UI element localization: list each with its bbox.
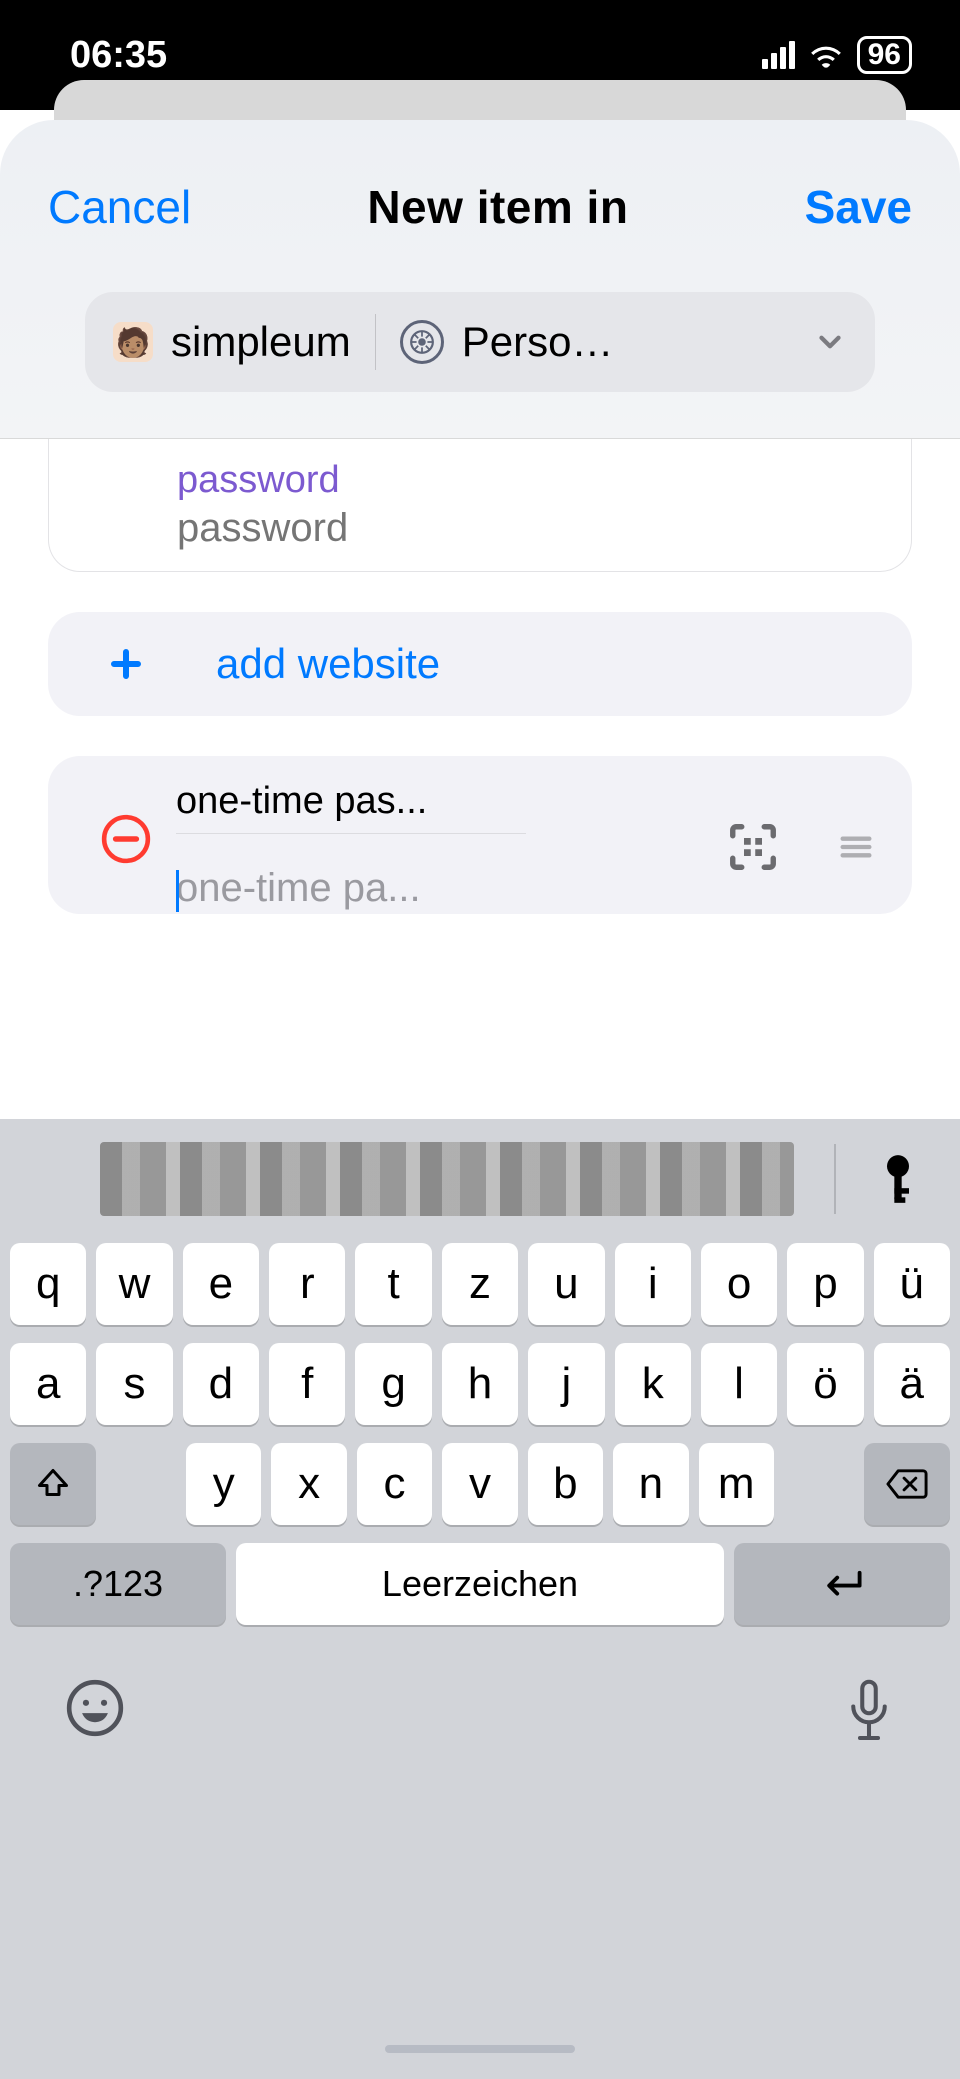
key-z[interactable]: z: [442, 1243, 518, 1325]
key-t[interactable]: t: [355, 1243, 431, 1325]
vault-icon: [400, 320, 444, 364]
sheet-title: New item in: [367, 180, 628, 234]
account-name: simpleum: [171, 318, 351, 366]
status-time: 06:35: [70, 34, 167, 77]
qr-scan-icon[interactable]: [726, 820, 780, 874]
collection-selector[interactable]: 🧑🏽 simpleum Perso…: [85, 292, 875, 392]
field-underline: [176, 833, 526, 834]
key-ü[interactable]: ü: [874, 1243, 950, 1325]
sheet-header: Cancel New item in Save 🧑🏽 simpleum Pers…: [0, 120, 960, 439]
return-key[interactable]: [734, 1543, 950, 1625]
battery-icon: 96: [857, 36, 912, 74]
key-f[interactable]: f: [269, 1343, 345, 1425]
passwords-key-icon[interactable]: [876, 1151, 920, 1207]
key-b[interactable]: b: [528, 1443, 603, 1525]
home-indicator[interactable]: [385, 2045, 575, 2053]
text-cursor: [176, 870, 179, 912]
cellular-icon: [762, 41, 795, 69]
remove-icon[interactable]: [101, 814, 151, 864]
key-h[interactable]: h: [442, 1343, 518, 1425]
otp-field-card: one-time pas... one-time pa...: [48, 756, 912, 914]
reorder-icon[interactable]: [836, 827, 876, 867]
divider: [834, 1144, 836, 1214]
key-d[interactable]: d: [183, 1343, 259, 1425]
cancel-button[interactable]: Cancel: [48, 180, 191, 234]
otp-placeholder: one-time pa...: [176, 866, 421, 910]
key-o[interactable]: o: [701, 1243, 777, 1325]
key-ä[interactable]: ä: [874, 1343, 950, 1425]
key-r[interactable]: r: [269, 1243, 345, 1325]
otp-input[interactable]: one-time pa...: [176, 866, 726, 914]
numbers-key[interactable]: .?123: [10, 1543, 226, 1625]
save-button[interactable]: Save: [805, 180, 912, 234]
key-ö[interactable]: ö: [787, 1343, 863, 1425]
password-label: password: [177, 459, 883, 502]
key-w[interactable]: w: [96, 1243, 172, 1325]
password-input[interactable]: [177, 506, 883, 551]
key-m[interactable]: m: [699, 1443, 774, 1525]
suggestion-redacted[interactable]: [100, 1142, 794, 1216]
shift-key[interactable]: [10, 1443, 96, 1525]
key-c[interactable]: c: [357, 1443, 432, 1525]
plus-icon: [108, 646, 144, 682]
key-u[interactable]: u: [528, 1243, 604, 1325]
emoji-key[interactable]: [64, 1677, 126, 1739]
keyboard: qwertzuiopü asdfghjklöä yxcvbnm: [0, 1119, 960, 2079]
add-website-card[interactable]: add website: [48, 612, 912, 716]
otp-label: one-time pas...: [176, 780, 526, 823]
key-x[interactable]: x: [271, 1443, 346, 1525]
account-avatar: 🧑🏽: [113, 322, 153, 362]
key-y[interactable]: y: [186, 1443, 261, 1525]
key-v[interactable]: v: [442, 1443, 517, 1525]
key-a[interactable]: a: [10, 1343, 86, 1425]
key-j[interactable]: j: [528, 1343, 604, 1425]
key-n[interactable]: n: [613, 1443, 688, 1525]
backspace-key[interactable]: [864, 1443, 950, 1525]
key-p[interactable]: p: [787, 1243, 863, 1325]
dictation-key[interactable]: [842, 1677, 896, 1745]
key-g[interactable]: g: [355, 1343, 431, 1425]
key-s[interactable]: s: [96, 1343, 172, 1425]
add-website-label: add website: [176, 640, 440, 688]
key-k[interactable]: k: [615, 1343, 691, 1425]
vault-name: Perso…: [462, 318, 614, 366]
new-item-sheet: Cancel New item in Save 🧑🏽 simpleum Pers…: [0, 120, 960, 2079]
chevron-down-icon: [813, 325, 847, 359]
wifi-icon: [807, 40, 845, 70]
key-e[interactable]: e: [183, 1243, 259, 1325]
divider: [375, 314, 376, 370]
key-i[interactable]: i: [615, 1243, 691, 1325]
key-l[interactable]: l: [701, 1343, 777, 1425]
space-key[interactable]: Leerzeichen: [236, 1543, 724, 1625]
key-q[interactable]: q: [10, 1243, 86, 1325]
password-field-card: password: [48, 439, 912, 572]
